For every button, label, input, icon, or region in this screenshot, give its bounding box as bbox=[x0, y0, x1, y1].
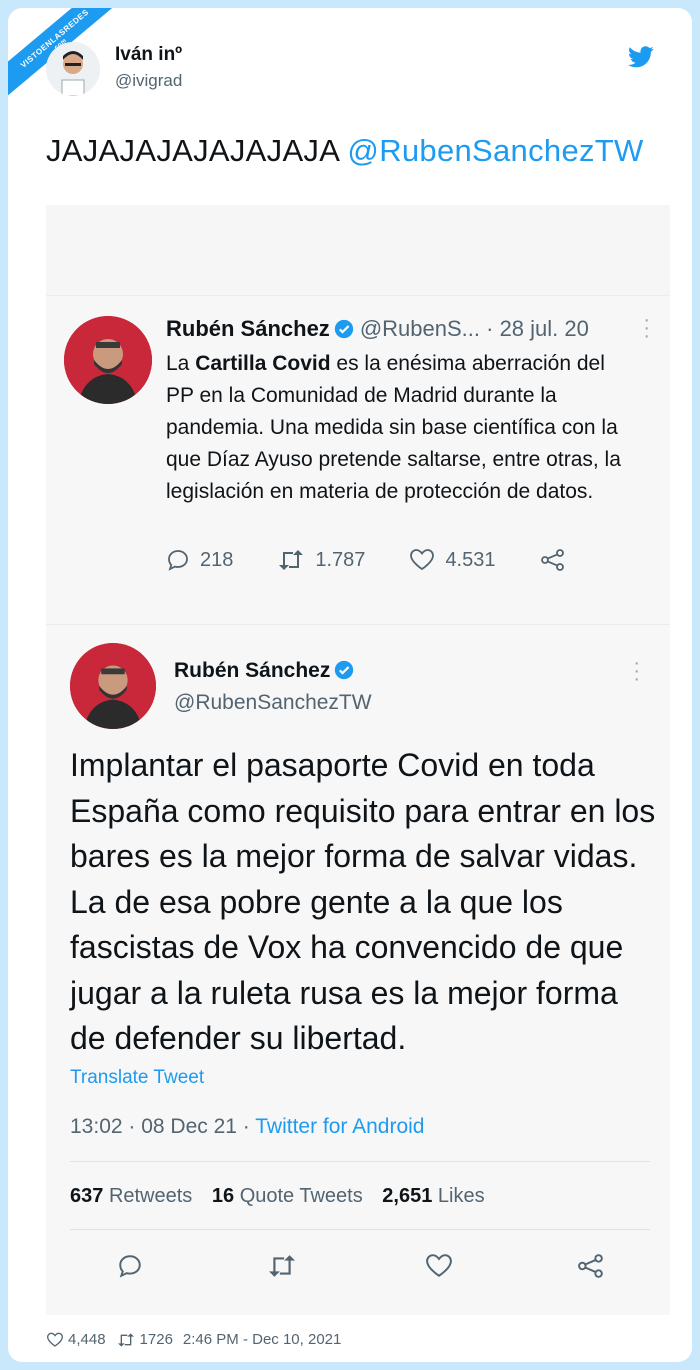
embedded-screenshot: Rubén Sánchez @RubenS... · 28 jul. 20 · · ·… bbox=[46, 205, 670, 1315]
retweet-icon[interactable] bbox=[266, 1253, 298, 1279]
heart-icon bbox=[46, 1332, 64, 1347]
tweet-source[interactable]: Twitter for Android bbox=[255, 1115, 424, 1138]
main-body: Implantar el pasaporte Covid en toda Esp… bbox=[70, 747, 656, 1056]
verified-badge-icon bbox=[334, 319, 353, 339]
footer-timestamp[interactable]: 2:46 PM - Dec 10, 2021 bbox=[183, 1331, 341, 1348]
footer-likes-count: 4,448 bbox=[68, 1331, 106, 1348]
tweet-text: JAJAJAJAJAJAJAJA @RubenSanchezTW bbox=[46, 133, 644, 169]
retweet-count: 1.787 bbox=[315, 548, 366, 571]
quoted-body-prefix: La bbox=[166, 352, 196, 375]
quoted-header: Rubén Sánchez @RubenS... · 28 jul. 20 bbox=[166, 316, 589, 342]
quoted-actions: 218 1.787 4.531 bbox=[166, 548, 620, 572]
translate-tweet-link[interactable]: Translate Tweet bbox=[70, 1067, 204, 1089]
author-name[interactable]: Iván inº bbox=[115, 44, 182, 66]
footer-retweets-count: 1726 bbox=[139, 1331, 173, 1348]
footer-retweets[interactable]: 1726 bbox=[116, 1331, 173, 1348]
quoted-date[interactable]: · 28 jul. 20 bbox=[486, 316, 589, 341]
tweet-stats: 637 Retweets 16 Quote Tweets 2,651 Likes bbox=[70, 1185, 499, 1208]
retweets-stat[interactable]: 637 Retweets bbox=[70, 1185, 192, 1207]
quotes-stat[interactable]: 16 Quote Tweets bbox=[212, 1185, 363, 1207]
like-count: 4.531 bbox=[445, 548, 496, 571]
heart-icon[interactable] bbox=[424, 1253, 454, 1279]
reply-icon[interactable] bbox=[116, 1253, 144, 1279]
retweet-icon bbox=[117, 1332, 134, 1347]
quoted-body-bold: Cartilla Covid bbox=[195, 352, 331, 375]
divider bbox=[70, 1229, 650, 1230]
quoted-body: La Cartilla Covid es la enésima aberraci… bbox=[166, 348, 636, 508]
like-button[interactable]: 4.531 bbox=[409, 548, 496, 572]
verified-badge-icon bbox=[335, 660, 354, 680]
share-icon bbox=[540, 549, 564, 571]
divider bbox=[70, 1161, 650, 1162]
quoted-avatar[interactable] bbox=[64, 316, 152, 404]
footer-likes[interactable]: 4,448 bbox=[46, 1331, 106, 1348]
reply-count: 218 bbox=[200, 548, 234, 571]
tweet-meta: 13:02 · 08 Dec 21 · Twitter for Android bbox=[70, 1115, 424, 1139]
tweet-timestamp[interactable]: 13:02 · 08 Dec 21 · bbox=[70, 1115, 255, 1138]
quoted-tweet[interactable]: Rubén Sánchez @RubenS... · 28 jul. 20 · · ·… bbox=[46, 295, 670, 625]
tweet-footer: 4,448 1726 2:46 PM - Dec 10, 2021 bbox=[46, 1331, 351, 1348]
author-avatar[interactable] bbox=[46, 42, 100, 96]
tweet-card: VISTOENLASREDES .com Iván inº @ivigrad J… bbox=[8, 8, 692, 1362]
share-icon[interactable] bbox=[576, 1253, 606, 1279]
more-options-icon[interactable]: · · · bbox=[643, 310, 650, 346]
tweet-text-plain: JAJAJAJAJAJAJAJA bbox=[46, 133, 348, 168]
likes-stat[interactable]: 2,651 Likes bbox=[382, 1185, 484, 1207]
twitter-bird-icon bbox=[628, 46, 654, 68]
main-tweet: Rubén Sánchez @RubenSanchezTW · · · Implan… bbox=[46, 625, 670, 1315]
heart-icon bbox=[410, 549, 435, 571]
main-name: Rubén Sánchez bbox=[174, 659, 360, 683]
quoted-name[interactable]: Rubén Sánchez bbox=[166, 316, 330, 341]
author-handle[interactable]: @ivigrad bbox=[115, 71, 182, 91]
quoted-handle[interactable]: @RubenS... bbox=[360, 316, 480, 341]
reply-button[interactable]: 218 bbox=[166, 548, 233, 572]
main-avatar[interactable] bbox=[70, 643, 156, 729]
more-options-icon[interactable]: · · · bbox=[633, 653, 640, 689]
main-name-text[interactable]: Rubén Sánchez bbox=[174, 659, 330, 682]
retweet-button[interactable]: 1.787 bbox=[277, 548, 365, 572]
reply-icon bbox=[168, 550, 188, 571]
share-button[interactable] bbox=[540, 548, 576, 572]
mention-link[interactable]: @RubenSanchezTW bbox=[347, 133, 643, 168]
main-handle[interactable]: @RubenSanchezTW bbox=[174, 691, 372, 715]
retweet-icon bbox=[279, 550, 304, 570]
